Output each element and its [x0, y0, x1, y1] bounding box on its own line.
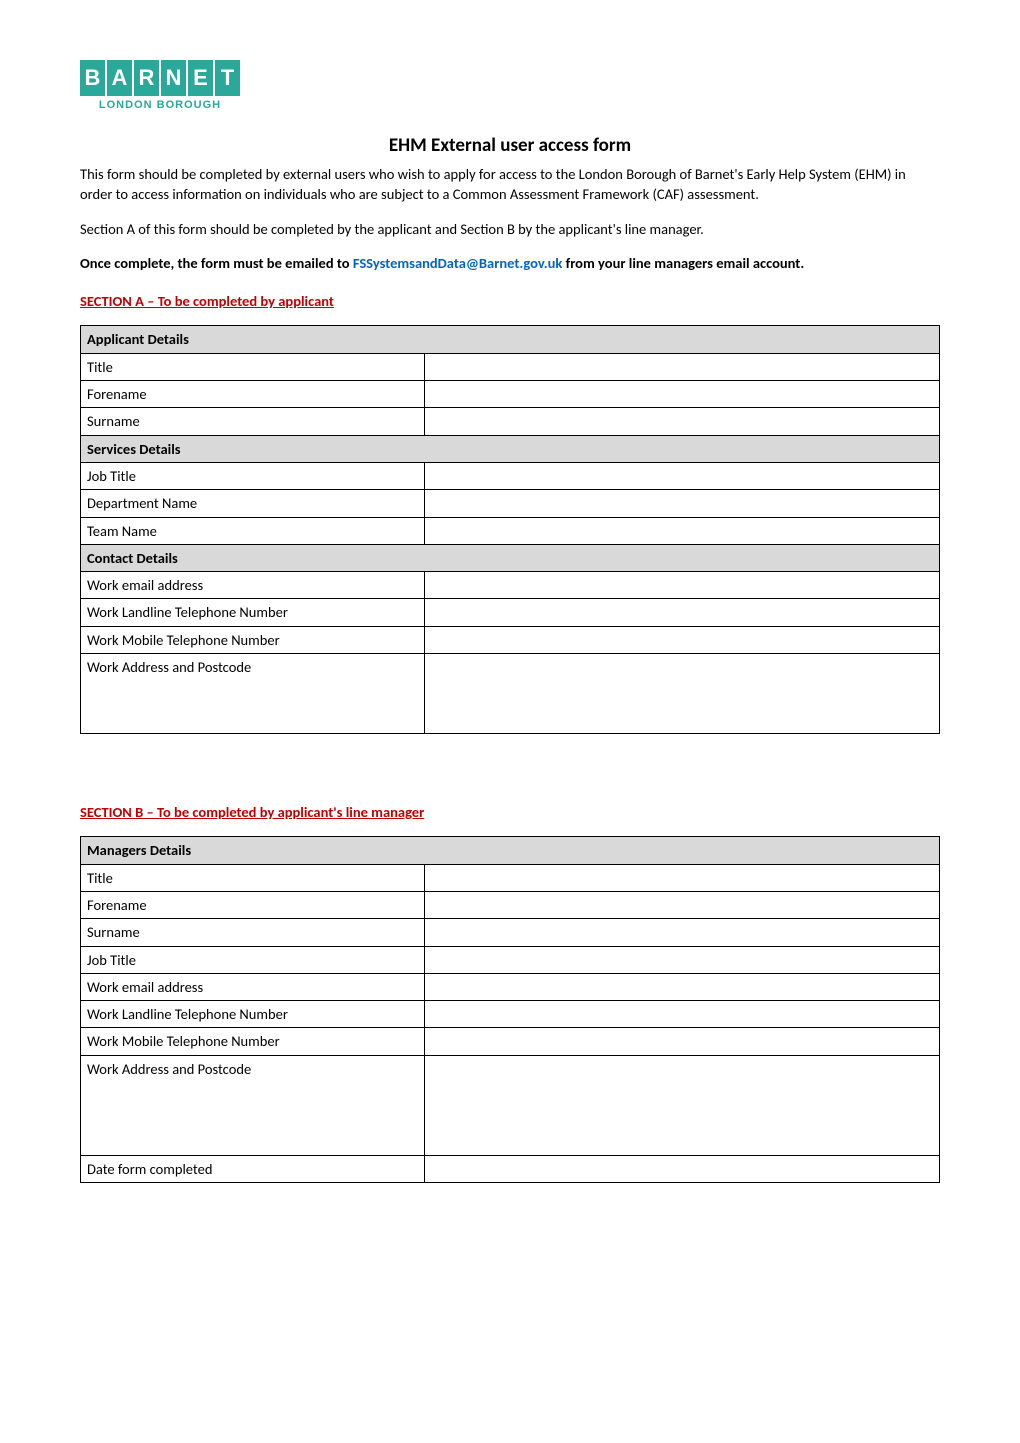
group-header: Managers Details — [81, 837, 940, 864]
intro-paragraph-2: Section A of this form should be complet… — [80, 219, 940, 239]
field-input-title[interactable] — [424, 353, 939, 380]
field-label: Title — [81, 864, 425, 891]
intro-p3-post: from your line managers email account. — [562, 254, 804, 272]
field-input-mgr-address[interactable] — [424, 1055, 939, 1155]
field-input-address[interactable] — [424, 654, 939, 734]
group-header: Applicant Details — [81, 326, 940, 353]
group-header: Contact Details — [81, 544, 940, 571]
field-label: Job Title — [81, 462, 425, 489]
intro-text: This form should be completed by externa… — [80, 164, 940, 273]
field-input-forename[interactable] — [424, 381, 939, 408]
field-input-email[interactable] — [424, 572, 939, 599]
field-label: Surname — [81, 919, 425, 946]
field-label: Work Mobile Telephone Number — [81, 1028, 425, 1055]
field-input-mgr-job-title[interactable] — [424, 946, 939, 973]
field-label: Work Landline Telephone Number — [81, 1001, 425, 1028]
section-a-header: SECTION A – To be completed by applicant — [80, 291, 940, 311]
field-label: Title — [81, 353, 425, 380]
field-label: Work Address and Postcode — [81, 654, 425, 734]
field-label: Work Mobile Telephone Number — [81, 626, 425, 653]
logo: B A R N E T LONDON BOROUGH — [80, 60, 940, 113]
intro-paragraph-3: Once complete, the form must be emailed … — [80, 253, 940, 273]
field-input-mgr-forename[interactable] — [424, 891, 939, 918]
intro-paragraph-1: This form should be completed by externa… — [80, 164, 940, 205]
field-label: Forename — [81, 891, 425, 918]
logo-letter: R — [134, 60, 161, 96]
field-input-team[interactable] — [424, 517, 939, 544]
field-input-date-completed[interactable] — [424, 1155, 939, 1182]
field-label: Work email address — [81, 973, 425, 1000]
field-label: Work email address — [81, 572, 425, 599]
field-input-mgr-title[interactable] — [424, 864, 939, 891]
section-b-table: Managers Details Title Forename Surname … — [80, 836, 940, 1183]
field-label: Forename — [81, 381, 425, 408]
field-input-landline[interactable] — [424, 599, 939, 626]
logo-letter: T — [215, 60, 240, 96]
field-label: Surname — [81, 408, 425, 435]
field-label: Department Name — [81, 490, 425, 517]
group-header: Services Details — [81, 435, 940, 462]
logo-letters-box: B A R N E T — [80, 60, 240, 96]
logo-letter: E — [188, 60, 215, 96]
logo-letter: A — [107, 60, 134, 96]
field-input-mobile[interactable] — [424, 626, 939, 653]
field-label: Date form completed — [81, 1155, 425, 1182]
field-input-mgr-surname[interactable] — [424, 919, 939, 946]
logo-letter: B — [80, 60, 107, 96]
field-label: Work Landline Telephone Number — [81, 599, 425, 626]
field-input-mgr-email[interactable] — [424, 973, 939, 1000]
logo-subtitle: LONDON BOROUGH — [80, 98, 240, 113]
field-input-surname[interactable] — [424, 408, 939, 435]
field-label: Team Name — [81, 517, 425, 544]
logo-letter: N — [161, 60, 188, 96]
page-title: EHM External user access form — [80, 133, 940, 160]
field-input-mgr-mobile[interactable] — [424, 1028, 939, 1055]
section-b-header: SECTION B – To be completed by applicant… — [80, 802, 940, 822]
field-input-job-title[interactable] — [424, 462, 939, 489]
section-a-table: Applicant Details Title Forename Surname… — [80, 325, 940, 734]
submission-email-link[interactable]: FSSystemsandData@Barnet.gov.uk — [353, 254, 562, 272]
field-input-department[interactable] — [424, 490, 939, 517]
field-input-mgr-landline[interactable] — [424, 1001, 939, 1028]
field-label: Work Address and Postcode — [81, 1055, 425, 1155]
field-label: Job Title — [81, 946, 425, 973]
intro-p3-pre: Once complete, the form must be emailed … — [80, 254, 353, 272]
